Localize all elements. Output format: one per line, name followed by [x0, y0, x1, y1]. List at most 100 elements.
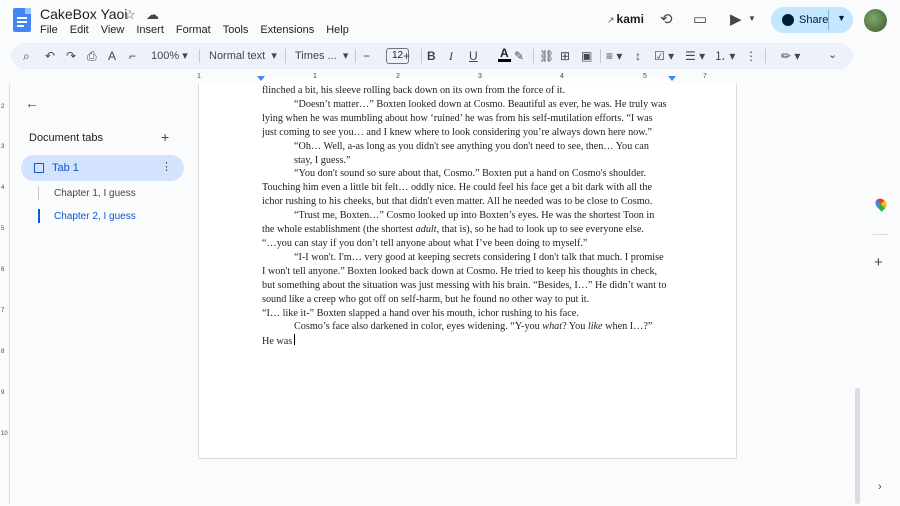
underline-icon[interactable]: U [469, 48, 478, 64]
font-select[interactable]: Times ... ▾ [295, 49, 348, 63]
decrease-font-size-icon[interactable]: − [363, 48, 370, 64]
docs-logo-icon[interactable] [13, 8, 31, 32]
ruler-number: 5 [643, 73, 647, 80]
collapse-toolbar-icon[interactable]: ⌄ [828, 48, 837, 61]
ruler-number: 1 [197, 73, 201, 80]
left-indent-marker[interactable] [257, 76, 265, 81]
text-cursor [294, 334, 296, 346]
vertical-ruler[interactable]: 2 3 4 5 6 7 8 9 10 [0, 84, 10, 504]
print-icon[interactable]: ⎙ [87, 48, 97, 64]
side-panel [866, 84, 900, 506]
history-icon[interactable]: ⟲ [660, 10, 673, 28]
get-add-ons-icon[interactable]: + [874, 254, 883, 271]
right-indent-marker[interactable] [668, 76, 676, 81]
title-bar: CakeBox Yaoi ☆ ☁ File Edit View Insert F… [0, 0, 900, 40]
back-arrow-icon[interactable]: ← [25, 95, 39, 111]
ruler-number: 3 [478, 73, 482, 80]
share-dropdown-icon[interactable]: ▼ [837, 13, 846, 23]
document-tabs-heading: Document tabs [29, 132, 103, 144]
horizontal-ruler[interactable]: 1 1 2 3 4 5 7 [197, 73, 737, 84]
outline-line [38, 186, 39, 200]
paragraph: flinched a bit, his sleeve rolling back … [262, 85, 566, 96]
vruler-number: 4 [1, 185, 5, 191]
redo-icon[interactable]: ↷ [66, 48, 76, 64]
paragraph: He was [262, 334, 668, 349]
paragraph: “You don't sound so sure about that, Cos… [262, 168, 653, 208]
ruler-number: 4 [560, 73, 564, 80]
ruler-number: 7 [703, 73, 707, 80]
menu-extensions[interactable]: Extensions [260, 24, 314, 36]
paragraph: “Trust me, Boxten…” Cosmo looked up into… [262, 210, 655, 236]
document-title[interactable]: CakeBox Yaoi [40, 6, 127, 22]
paragraph: “I… like it-” Boxten slapped a hand over… [262, 307, 579, 319]
highlight-color-icon[interactable]: ✎ [514, 48, 524, 64]
kami-label: kami [616, 12, 644, 26]
document-page[interactable]: flinched a bit, his sleeve rolling back … [198, 84, 737, 459]
style-select[interactable]: Normal text ▾ [209, 49, 277, 63]
kami-extension-button[interactable]: ↗ kami [607, 12, 644, 26]
avatar[interactable] [864, 9, 887, 32]
vruler-number: 8 [1, 349, 5, 355]
undo-icon[interactable]: ↶ [45, 48, 55, 64]
align-left-icon[interactable]: ≡ ▾ [606, 48, 622, 64]
show-side-panel-icon[interactable]: › [878, 481, 882, 493]
search-menus-icon[interactable]: ⌕ [23, 48, 30, 64]
paragraph: “…you can stay if you don’t tell anyone … [262, 237, 588, 249]
vruler-number: 6 [1, 267, 5, 273]
paragraph: Cosmo’s face also darkened in color, eye… [294, 321, 653, 333]
tab-options-icon[interactable]: ⋮ [161, 160, 172, 173]
menu-format[interactable]: Format [176, 24, 211, 36]
text-color-icon[interactable]: A [498, 46, 511, 62]
comments-icon[interactable]: ▭ [693, 10, 707, 28]
star-icon[interactable]: ☆ [124, 7, 136, 23]
vruler-number: 9 [1, 390, 5, 396]
bold-icon[interactable]: B [427, 48, 436, 64]
vruler-number: 2 [1, 104, 5, 110]
share-label: Share [799, 14, 829, 26]
menu-edit[interactable]: Edit [70, 24, 89, 36]
paint-format-icon[interactable]: ⌐ [129, 48, 136, 64]
tab-document-icon [34, 163, 44, 173]
share-button[interactable]: Share ▼ [771, 7, 853, 33]
tab-label: Tab 1 [52, 162, 79, 174]
vruler-number: 7 [1, 308, 5, 314]
menu-help[interactable]: Help [326, 24, 349, 36]
outline-line-active [38, 209, 40, 223]
meet-dropdown-icon[interactable]: ▼ [748, 14, 756, 23]
checklist-icon[interactable]: ☑ ▾ [654, 48, 674, 64]
more-options-icon[interactable]: ⋮ [745, 48, 757, 64]
line-spacing-icon[interactable]: ↕ [635, 48, 641, 64]
meet-icon[interactable]: ▶ [730, 10, 742, 28]
ruler-number: 2 [396, 73, 400, 80]
formatting-toolbar: ⌕ ↶ ↷ ⎙ A ⌐ 100% ▾ Normal text ▾ Times .… [11, 43, 853, 69]
ruler-number: 1 [313, 73, 317, 80]
scrollbar-thumb[interactable] [855, 388, 860, 504]
globe-icon [782, 14, 794, 26]
insert-link-icon[interactable]: ⛓ [539, 48, 554, 64]
add-comment-icon[interactable]: ⊞ [560, 48, 570, 64]
zoom-select[interactable]: 100% ▾ [151, 49, 188, 63]
vruler-number: 10 [1, 431, 8, 437]
menu-tools[interactable]: Tools [223, 24, 249, 36]
paragraph: “Oh… Well, a-as long as you didn't see a… [294, 140, 649, 166]
vruler-number: 3 [1, 144, 5, 150]
add-tab-icon[interactable]: + [161, 129, 169, 145]
increase-font-size-icon[interactable]: + [403, 48, 410, 64]
italic-icon[interactable]: I [449, 48, 453, 64]
cloud-status-icon[interactable]: ☁ [146, 7, 159, 23]
outline-item-chapter-2[interactable]: Chapter 2, I guess [54, 211, 136, 222]
insert-image-icon[interactable]: ▣ [581, 48, 592, 64]
tab-1[interactable]: Tab 1 ⋮ [21, 155, 184, 181]
menu-bar: File Edit View Insert Format Tools Exten… [40, 24, 361, 36]
bulleted-list-icon[interactable]: ☰ ▾ [685, 48, 705, 64]
external-link-icon: ↗ [607, 15, 615, 25]
paragraph: “I-I won't. I'm… very good at keeping se… [262, 251, 667, 305]
numbered-list-icon[interactable]: ⒈ ▾ [714, 48, 735, 64]
outline-item-chapter-1[interactable]: Chapter 1, I guess [54, 188, 136, 199]
spellcheck-icon[interactable]: A [108, 48, 116, 64]
editing-mode-icon[interactable]: ✏ ▾ [781, 48, 800, 64]
menu-insert[interactable]: Insert [136, 24, 164, 36]
document-body[interactable]: flinched a bit, his sleeve rolling back … [262, 84, 668, 349]
menu-file[interactable]: File [40, 24, 58, 36]
menu-view[interactable]: View [101, 24, 125, 36]
